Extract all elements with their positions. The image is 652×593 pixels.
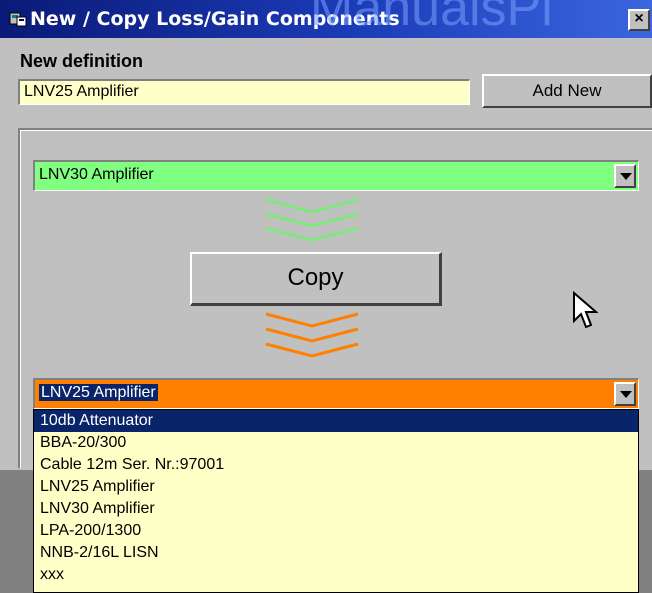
source-component-value: LNV30 Amplifier <box>39 166 154 183</box>
new-definition-label: New definition <box>20 51 143 71</box>
watermark: ManualsPl <box>310 0 553 37</box>
dropdown-option[interactable]: xxx <box>34 564 638 586</box>
target-dropdown-button[interactable] <box>614 382 636 406</box>
orange-down-arrows-icon <box>265 312 359 358</box>
target-component-value: LNV25 Amplifier <box>39 384 158 401</box>
dropdown-option[interactable]: 10db Attenuator <box>34 410 638 432</box>
source-component-select[interactable]: LNV30 Amplifier <box>33 160 639 191</box>
target-component-select[interactable]: LNV25 Amplifier <box>33 378 639 409</box>
app-icon <box>9 12 27 27</box>
dropdown-option[interactable]: BBA-20/300 <box>34 432 638 454</box>
close-button[interactable]: × <box>628 9 650 31</box>
new-definition-input[interactable]: LNV25 Amplifier <box>18 79 470 105</box>
dropdown-option[interactable]: Cable 12m Ser. Nr.:97001 <box>34 454 638 476</box>
mouse-pointer-icon <box>573 291 598 329</box>
chevron-down-icon <box>620 173 632 180</box>
add-new-button[interactable]: Add New <box>482 74 652 108</box>
dropdown-option[interactable]: NNB-2/16L LISN <box>34 542 638 564</box>
green-down-arrows-icon <box>265 198 359 242</box>
source-dropdown-button[interactable] <box>614 164 636 188</box>
dropdown-option[interactable]: LNV30 Amplifier <box>34 498 638 520</box>
dropdown-option[interactable]: LPA-200/1300 <box>34 520 638 542</box>
dropdown-option[interactable]: LNV25 Amplifier <box>34 476 638 498</box>
title-bar[interactable]: New / Copy Loss/Gain Components ManualsP… <box>0 0 652 38</box>
chevron-down-icon <box>620 391 632 398</box>
target-dropdown-list: 10db Attenuator BBA-20/300 Cable 12m Ser… <box>33 409 639 593</box>
copy-button[interactable]: Copy <box>190 252 442 306</box>
